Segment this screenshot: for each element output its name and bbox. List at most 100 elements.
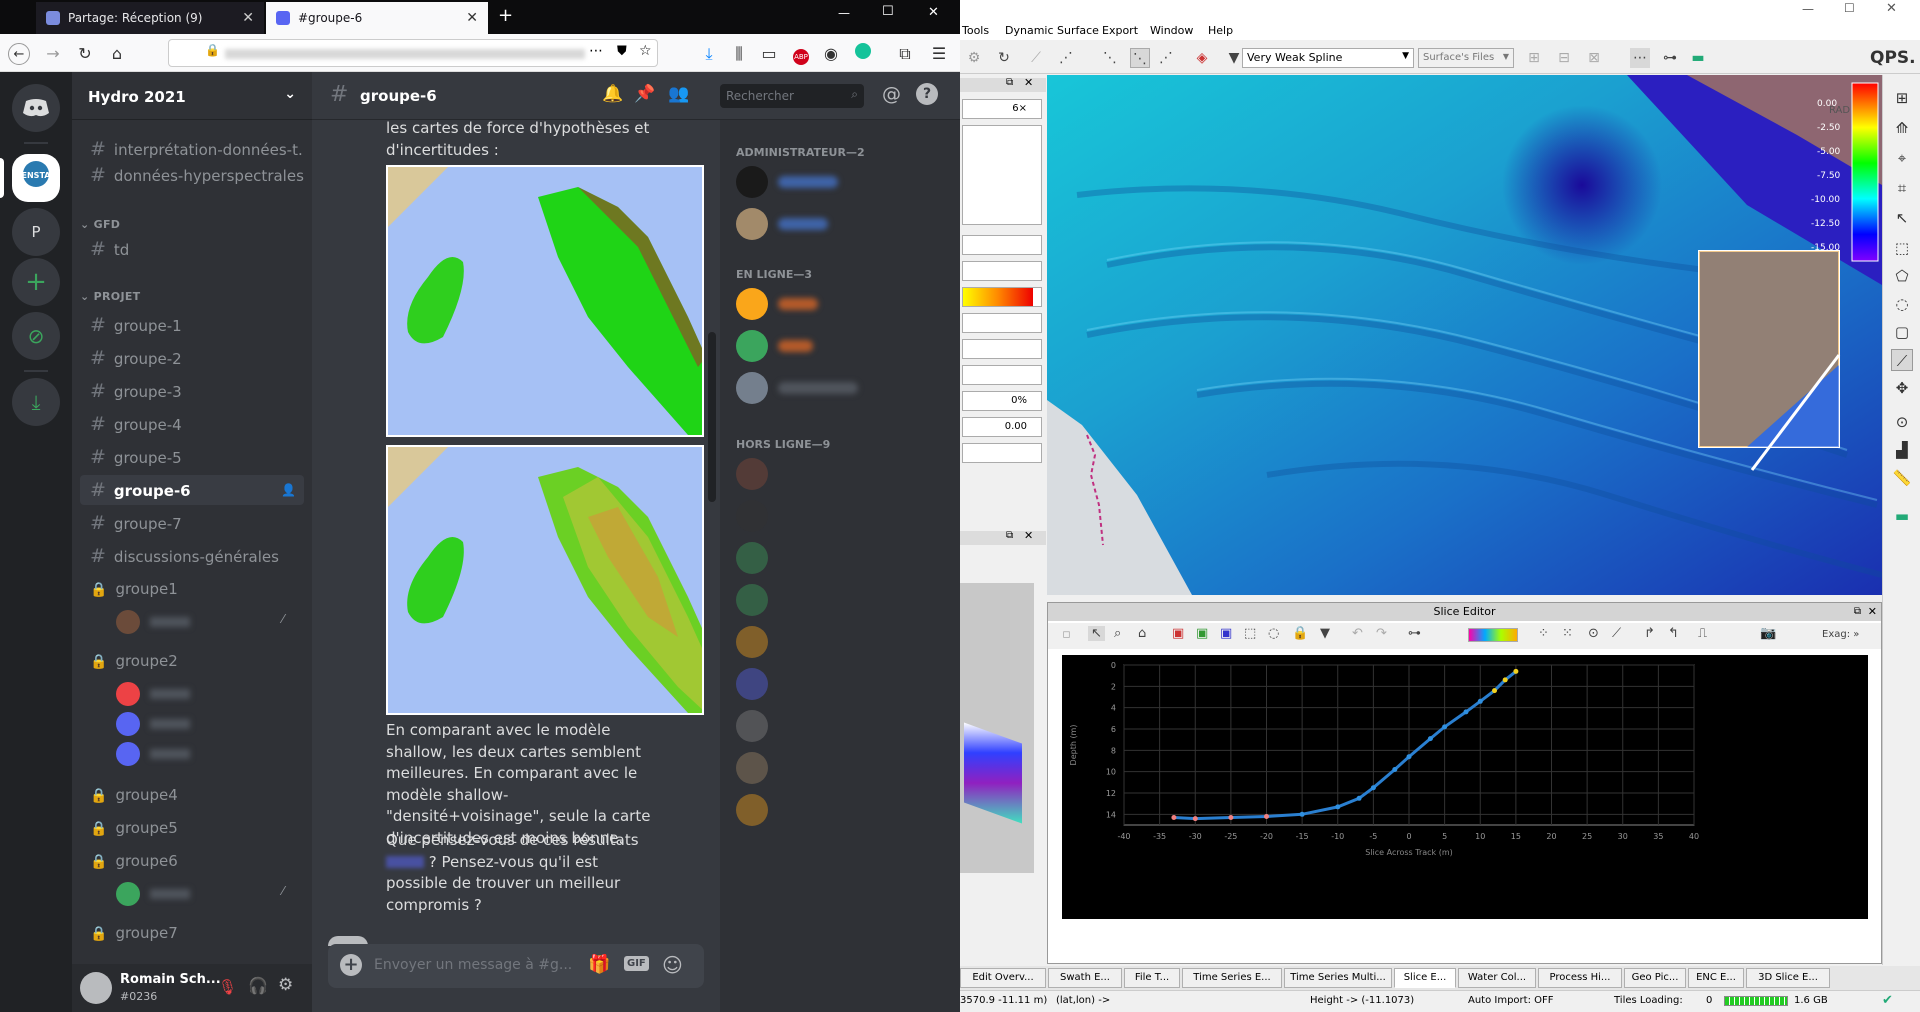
voice-channel[interactable]: 🔒 groupe5 bbox=[80, 813, 304, 843]
channel-item[interactable]: # td bbox=[80, 234, 304, 264]
surface-files-select[interactable]: Surface's Files ▼ bbox=[1418, 48, 1514, 68]
member-avatar[interactable] bbox=[736, 542, 768, 574]
attach-icon[interactable]: + bbox=[340, 954, 362, 976]
settings-gear-icon[interactable]: ⚙ bbox=[964, 48, 984, 68]
bell-icon[interactable]: 🔔 bbox=[602, 84, 623, 104]
polygon-select-icon[interactable]: ⬠ bbox=[1891, 265, 1913, 287]
pointer-icon[interactable]: ↖ bbox=[1088, 626, 1105, 641]
url-bar[interactable]: 🔒 ⋯ ⛊ ☆ bbox=[168, 39, 658, 67]
close-window-button[interactable]: ✕ bbox=[1886, 1, 1897, 16]
sidebar-icon[interactable]: ▭ bbox=[758, 43, 780, 65]
channel-item[interactable]: # données-hyperspectrales bbox=[80, 160, 304, 190]
zoom-icon[interactable]: ⌕ bbox=[1114, 626, 1121, 641]
dropdown[interactable] bbox=[962, 235, 1042, 255]
voice-channel[interactable]: 🔒 groupe4 bbox=[80, 780, 304, 810]
headphones-icon[interactable]: 🎧 bbox=[248, 976, 268, 995]
tool-icon[interactable]: ✥ bbox=[1891, 377, 1913, 399]
download-icon[interactable]: ⤓ bbox=[698, 43, 720, 65]
member-avatar[interactable] bbox=[736, 710, 768, 742]
member-avatar[interactable] bbox=[736, 458, 768, 490]
channel-item[interactable]: # discussions-générales bbox=[80, 541, 304, 571]
tool-icon[interactable]: ▣ bbox=[1172, 626, 1184, 641]
minimize-button[interactable]: — bbox=[1802, 2, 1814, 16]
home-icon[interactable]: ⌂ bbox=[1138, 626, 1146, 641]
bookmark-star-icon[interactable]: ☆ bbox=[639, 43, 652, 59]
colormap-icon[interactable]: ▬ bbox=[1891, 505, 1913, 527]
tool-icon[interactable]: ⊙ bbox=[1588, 626, 1599, 641]
lasso-icon[interactable]: ◌ bbox=[1891, 293, 1913, 315]
voice-channel[interactable]: 🔒 groupe2 bbox=[80, 646, 304, 676]
channel-item[interactable]: # groupe-2 bbox=[80, 343, 304, 373]
tool-icon[interactable]: ⌗ bbox=[1891, 177, 1913, 199]
slice-tool-icon[interactable]: ⟋ bbox=[1891, 349, 1913, 371]
tab-partage[interactable]: Partage: Réception (9) ✕ bbox=[36, 2, 264, 34]
menu-dynamic-surface[interactable]: Dynamic Surface bbox=[1005, 24, 1099, 37]
float-icon[interactable]: ⧉ bbox=[1006, 530, 1013, 541]
back-icon[interactable]: ← bbox=[8, 43, 30, 65]
tool-icon[interactable]: ⁙ bbox=[1562, 626, 1573, 641]
tab-water-column[interactable]: Water Col... bbox=[1458, 968, 1536, 988]
channel-item[interactable]: # groupe-3 bbox=[80, 376, 304, 406]
tool-icon[interactable]: ⊞ bbox=[1524, 48, 1544, 68]
pin-icon[interactable]: 📌 bbox=[634, 84, 655, 104]
close-window-button[interactable]: ✕ bbox=[928, 5, 939, 20]
filter-icon[interactable]: ▼ bbox=[1224, 48, 1244, 68]
camera-icon[interactable]: 📷 bbox=[1760, 626, 1776, 641]
grammar-icon[interactable] bbox=[852, 43, 874, 65]
tool-icon[interactable]: ⋱ bbox=[1130, 48, 1150, 68]
tool-icon[interactable]: ⋱ bbox=[1100, 48, 1120, 68]
field[interactable] bbox=[962, 365, 1042, 385]
pointer-icon[interactable]: ↖ bbox=[1891, 207, 1913, 229]
rectangle-select-icon[interactable]: ⬚ bbox=[1891, 237, 1913, 259]
reload-icon[interactable]: ↻ bbox=[74, 43, 96, 65]
message-image-2[interactable] bbox=[386, 445, 704, 715]
gif-icon[interactable]: GIF bbox=[624, 956, 649, 971]
dropdown[interactable] bbox=[962, 339, 1042, 359]
tool-icon[interactable]: ⌖ bbox=[1891, 147, 1913, 169]
menu-icon[interactable]: ☰ bbox=[928, 43, 950, 65]
tab-process-history[interactable]: Process Hi... bbox=[1538, 968, 1622, 988]
percent-field[interactable]: 0% bbox=[962, 391, 1042, 411]
tool-icon[interactable]: ⟋ bbox=[1026, 48, 1046, 68]
tool-icon[interactable]: ▣ bbox=[1196, 626, 1208, 641]
close-icon[interactable]: ✕ bbox=[1868, 603, 1877, 621]
home-icon[interactable]: ⌂ bbox=[106, 43, 128, 65]
channel-item[interactable]: # groupe-4 bbox=[80, 409, 304, 439]
tool-icon[interactable]: ⁘ bbox=[1538, 626, 1549, 641]
dropdown[interactable] bbox=[962, 443, 1042, 463]
avatar[interactable] bbox=[116, 610, 140, 634]
slice-plot[interactable]: -40 -35 -30 -25 -20 -15 -10 -5 0 5 10 15 20 25 30 35 40 0… bbox=[1062, 655, 1868, 919]
extensions-icon[interactable]: ⧉ bbox=[894, 43, 916, 65]
tool-icon[interactable]: ⊙ bbox=[1891, 411, 1913, 433]
member-avatar[interactable] bbox=[736, 288, 768, 320]
close-icon[interactable]: ✕ bbox=[466, 10, 478, 26]
tool-icon[interactable]: ⟋ bbox=[1612, 626, 1621, 641]
ruler-icon[interactable]: 📏 bbox=[1891, 467, 1913, 489]
voice-channel[interactable]: 🔒 groupe7 bbox=[80, 918, 304, 948]
tool-icon[interactable]: ▣ bbox=[1220, 626, 1232, 641]
message-composer[interactable]: + Envoyer un message à #g... 🎁 GIF ☺ bbox=[328, 944, 704, 988]
tab-slice-editor[interactable]: Slice E... bbox=[1394, 968, 1456, 988]
tab-edit-overview[interactable]: Edit Overv... bbox=[960, 968, 1046, 988]
tab-3d-slice-editor[interactable]: 3D Slice E... bbox=[1746, 968, 1830, 988]
category-projet[interactable]: ⌄ PROJET bbox=[80, 290, 140, 303]
tool-icon[interactable]: ⊟ bbox=[1554, 48, 1574, 68]
menu-tools[interactable]: Tools bbox=[962, 24, 989, 37]
tab-swath-editor[interactable]: Swath E... bbox=[1048, 968, 1122, 988]
server-header[interactable]: Hydro 2021 ⌄ bbox=[72, 72, 312, 120]
voice-channel[interactable]: 🔒 groupe1 bbox=[80, 574, 304, 604]
filter-icon[interactable]: ▼ bbox=[1320, 626, 1330, 641]
discord-home-icon[interactable] bbox=[12, 84, 60, 132]
tool-icon[interactable]: ↱ bbox=[1644, 626, 1655, 641]
tool-icon[interactable]: ▫ bbox=[1062, 627, 1071, 642]
close-icon[interactable]: ✕ bbox=[1024, 76, 1033, 89]
3d-surface-view[interactable]: 0.00 -2.50 -5.00 -7.50 -10.00 -12.50 -15… bbox=[1047, 75, 1882, 595]
channel-item-selected[interactable]: # groupe-6 👤 bbox=[80, 475, 304, 505]
color-select[interactable] bbox=[1468, 628, 1518, 642]
add-member-icon[interactable]: 👤 bbox=[281, 475, 296, 505]
more-icon[interactable]: ⋯ bbox=[589, 43, 603, 59]
tool-icon[interactable]: ▢ bbox=[1891, 321, 1913, 343]
avatar[interactable] bbox=[116, 712, 140, 736]
message-image-1[interactable] bbox=[386, 165, 704, 437]
adblock-icon[interactable]: ABP bbox=[790, 43, 812, 65]
